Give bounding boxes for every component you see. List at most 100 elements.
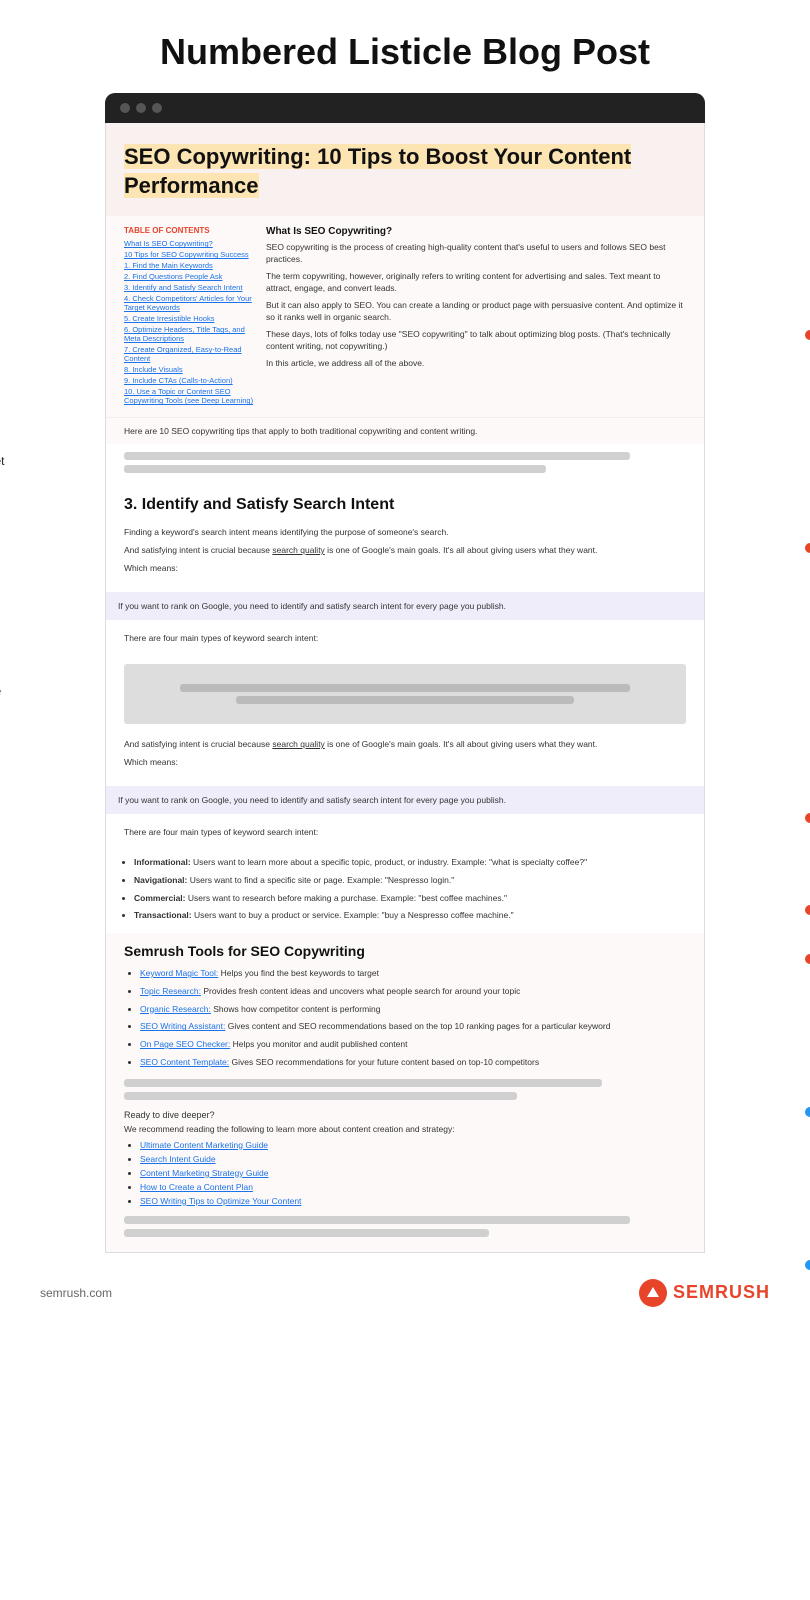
title-item-2: Describe the main topic, or why the read… [0,250,5,300]
toc-item-9[interactable]: 7. Create Organized, Easy-to-Read Conten… [124,345,254,363]
ready-text: Ready to dive deeper? [124,1110,686,1120]
blog-h2: 3. Identify and Satisfy Search Intent [106,486,704,520]
reading-item-1: Ultimate Content Marketing Guide [140,1140,686,1150]
short-para-dot [805,813,810,823]
which-means-1: Which means: [124,562,686,575]
readings-dot [805,1260,810,1270]
right-annotations: Explanation Descriptive and numbered sub… [805,93,810,1323]
tool-text-2: Provides fresh content ideas and uncover… [203,986,520,996]
page-title: Numbered Listicle Blog Post [0,30,810,73]
tool-link-5[interactable]: On Page SEO Checker: [140,1039,230,1049]
blog-summary: Here are 10 SEO copywriting tips that ap… [106,417,704,444]
toc-item-7[interactable]: 5. Create Irresistible Hooks [124,314,254,323]
blog-section-1: Finding a keyword's search intent means … [106,520,704,585]
reading-link-1[interactable]: Ultimate Content Marketing Guide [140,1140,268,1150]
what-is-para-3: But it can also apply to SEO. You can cr… [266,300,686,324]
bullet-label-1: Informational: [134,857,191,867]
tool-item-5: On Page SEO Checker: Helps you monitor a… [140,1038,686,1051]
footer-domain: semrush.com [40,1286,112,1300]
toc-item-4[interactable]: 2. Find Questions People Ask [124,272,254,281]
toc-item-3[interactable]: 1. Find the Main Keywords [124,261,254,270]
toc-box: TABLE OF CONTENTS What Is SEO Copywritin… [124,226,254,407]
gray-bar-2 [124,465,546,473]
tool-text-1: Helps you find the best keywords to targ… [221,968,379,978]
descriptive-dot [805,543,810,553]
toc-item-1[interactable]: What Is SEO Copywriting? [124,239,254,248]
explanation-dot [805,330,810,340]
bullet-text-4: Users want to buy a product or service. … [194,910,514,920]
tool-text-6: Gives SEO recommendations for your futur… [232,1057,540,1067]
intro-list: Open with your main selling point (How w… [0,397,5,510]
placeholder-bars-3 [124,1216,686,1237]
what-is-para-1: SEO copywriting is the process of creati… [266,242,686,266]
bullet-annot: Bullet points [805,903,810,936]
toc-item-5[interactable]: 3. Identify and Satisfy Search Intent [124,283,254,292]
toc-item-11[interactable]: 9. Include CTAs (Calls-to-Action) [124,376,254,385]
bullet-item-2: Navigational: Users want to find a speci… [134,874,686,887]
tool-text-5: Helps you monitor and audit published co… [233,1039,408,1049]
body-sub-item-2: Additional details to help the reader un… [0,667,5,734]
section-para-2: And satisfying intent is crucial because… [124,544,686,557]
tool-item-6: SEO Content Template: Gives SEO recommen… [140,1056,686,1069]
toc-item-12[interactable]: 10. Use a Topic or Content SEO Copywriti… [124,387,254,405]
quote-box-2: If you want to rank on Google, you need … [106,786,704,815]
placeholder-bars-1 [106,444,704,486]
search-quality-link-2[interactable]: search quality [272,739,324,749]
body-sub-list: A supporting image (or even a video!) Ad… [0,629,5,771]
body-list: Use an <H2> for each list item Number ea… [0,561,5,623]
reading-list: Ultimate Content Marketing Guide Search … [124,1140,686,1206]
title-item-4: Include a Number [0,329,5,346]
tool-link-2[interactable]: Topic Research: [140,986,201,996]
tool-link-1[interactable]: Keyword Magic Tool: [140,968,218,978]
reading-link-4[interactable]: How to Create a Content Plan [140,1182,253,1192]
intro-item-1: Open with your main selling point (How w… [0,397,5,447]
body-extra-list: Use Concise Subheadings [0,777,5,794]
toc-item-8[interactable]: 6. Optimize Headers, Title Tags, and Met… [124,325,254,343]
browser-window: SEO Copywriting: 10 Tips to Boost Your C… [105,93,705,1252]
toc-item-2[interactable]: 10 Tips for SEO Copywriting Success [124,250,254,259]
tool-link-4[interactable]: SEO Writing Assistant: [140,1021,225,1031]
blog-bullet-list: Informational: Users want to learn more … [106,850,704,933]
explanation-annot: Explanation [805,328,810,361]
conclusion-section: Semrush Tools for SEO Copywriting Keywor… [106,933,704,1252]
toc-title: TABLE OF CONTENTS [124,226,254,235]
bullet-label-3: Commercial: [134,893,186,903]
search-quality-link[interactable]: search quality [272,545,324,555]
body-sub-item-1: A supporting image (or even a video!) [0,629,5,663]
conclusion-list: Pull everything together by restating th… [0,845,5,1025]
reading-link-5[interactable]: SEO Writing Tips to Optimize Your Conten… [140,1196,301,1206]
bullet-dot [805,905,810,915]
tool-link-3[interactable]: Organic Research: [140,1004,211,1014]
what-is-para-2: The term copywriting, however, originall… [266,271,686,295]
toc-item-6[interactable]: 4. Check Competitors' Articles for Your … [124,294,254,312]
conclusion-item-3: Give Bonus Tips or Something Related [0,991,5,1025]
tool-item-1: Keyword Magic Tool: Helps you find the b… [140,967,686,980]
tool-item-4: SEO Writing Assistant: Gives content and… [140,1020,686,1033]
section-para-3: And satisfying intent is crucial because… [124,738,686,751]
short-para-annot: Short paragraphs [805,811,810,844]
body-annotation: Body Use an <H2> for each list item Numb… [0,534,5,795]
bullet-text-3: Users want to research before making a p… [188,893,507,903]
quote-text-1: If you want to rank on Google, you need … [118,601,506,611]
title-item-3: Include your target keyword [0,306,5,323]
bullet-text-1: Users want to learn more about a specifi… [193,857,587,867]
bold-annot: Bold text [805,952,810,985]
tools-annot: Provides tools as a bonus [805,1105,810,1138]
tool-link-6[interactable]: SEO Content Template: [140,1057,229,1067]
conclusion-tools-list: Keyword Magic Tool: Helps you find the b… [124,967,686,1069]
tools-dot [805,1107,810,1117]
reading-link-3[interactable]: Content Marketing Strategy Guide [140,1168,269,1178]
img-inner [124,684,686,704]
blog-two-column: TABLE OF CONTENTS What Is SEO Copywritin… [106,216,704,417]
footer-logo-text: SEMRUSH [673,1282,770,1303]
blog-header: SEO Copywriting: 10 Tips to Boost Your C… [106,123,704,216]
browser-dot-1 [120,103,130,113]
blog-title: SEO Copywriting: 10 Tips to Boost Your C… [124,144,631,198]
body-extra: Use Concise Subheadings [0,777,5,794]
conclusion-item-1: Pull everything together by restating th… [0,845,5,895]
what-is-title: What Is SEO Copywriting? [266,226,686,237]
intro-annotation: Introduction Open with your main selling… [0,370,5,510]
reading-link-2[interactable]: Search Intent Guide [140,1154,216,1164]
toc-item-10[interactable]: 8. Include Visuals [124,365,254,374]
footer: semrush.com SEMRUSH [0,1263,810,1323]
